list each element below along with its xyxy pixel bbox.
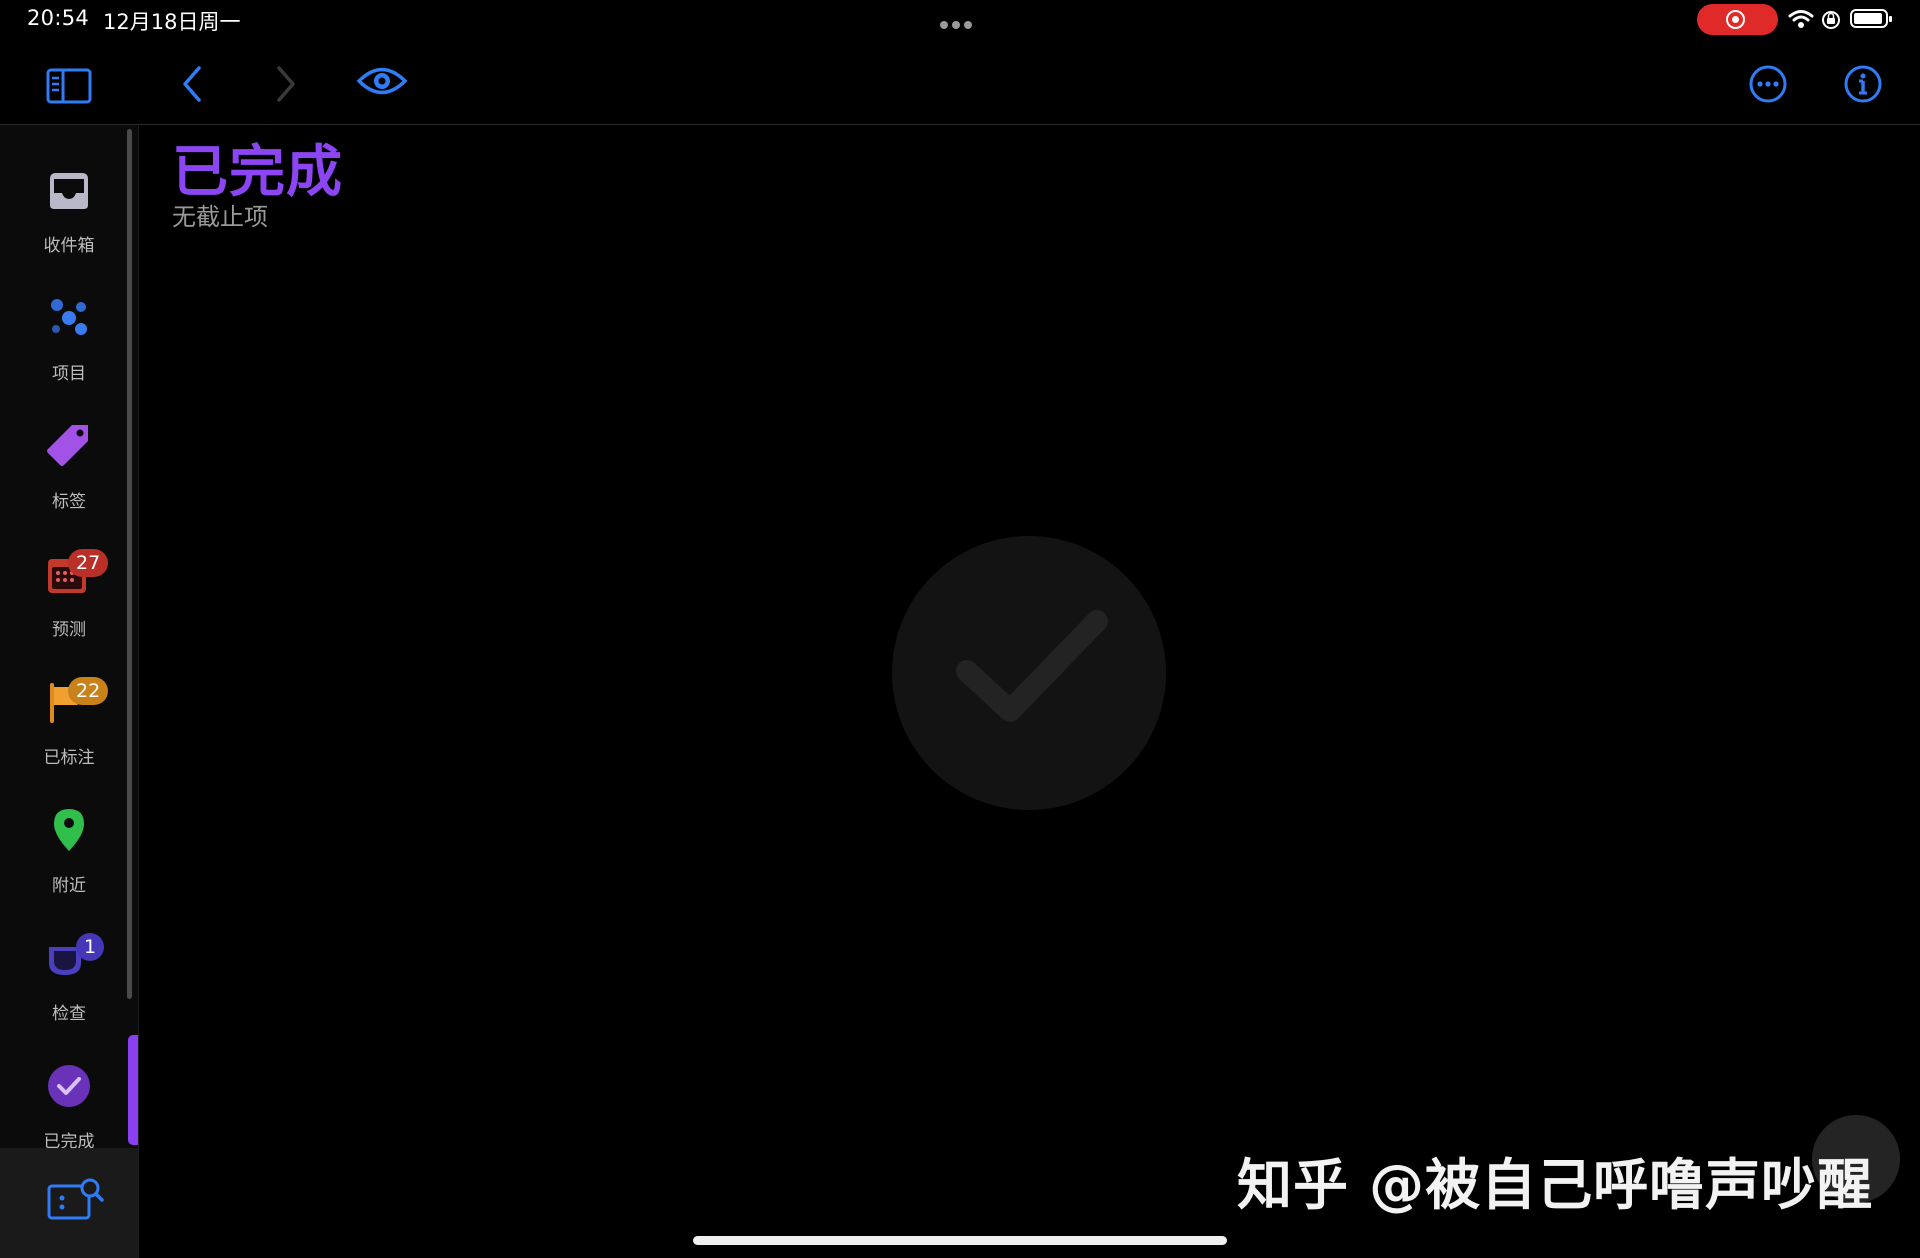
sidebar-item-label: 收件箱 <box>43 236 95 256</box>
inbox-icon <box>50 173 88 209</box>
flagged-badge: 22 <box>68 677 109 705</box>
page-subtitle: 无截止项 <box>172 203 268 231</box>
sidebar-item-completed[interactable]: 已完成 <box>0 1051 128 1161</box>
map-pin-icon <box>54 809 84 851</box>
page-title: 已完成 <box>172 140 343 205</box>
info-circle-icon[interactable] <box>1843 64 1883 104</box>
battery-icon <box>1850 9 1892 28</box>
sidebar-item-label: 项目 <box>52 364 86 384</box>
checkmark-circle-icon <box>956 610 1108 722</box>
status-date: 12月18日周一 <box>103 10 241 34</box>
chevron-left-icon[interactable] <box>180 64 204 104</box>
sidebar-icon[interactable] <box>46 68 92 104</box>
chevron-right-icon[interactable] <box>274 64 298 104</box>
sidebar-footer <box>0 1148 138 1258</box>
screen: 20:54 12月18日周一 收件箱 项目 标签 27 预测 22 已标注 附近… <box>0 0 1920 1258</box>
sidebar-item-flagged[interactable]: 22 已标注 <box>0 667 128 777</box>
review-badge: 1 <box>76 933 105 961</box>
forecast-badge: 27 <box>68 549 109 577</box>
sidebar-item-label: 附近 <box>52 876 86 896</box>
sidebar-item-label: 检查 <box>52 1004 86 1024</box>
status-bar: 20:54 12月18日周一 <box>0 0 1920 40</box>
watermark: 知乎 @被自己呼噜声吵醒 <box>1237 1153 1874 1217</box>
empty-state <box>892 536 1166 810</box>
main-content: 已完成 无截止项 <box>139 125 1920 1258</box>
sidebar-item-label: 标签 <box>52 492 86 512</box>
sidebar-item-projects[interactable]: 项目 <box>0 283 128 393</box>
home-indicator[interactable] <box>693 1236 1227 1245</box>
sidebar-item-tags[interactable]: 标签 <box>0 411 128 521</box>
status-time: 20:54 <box>27 6 90 30</box>
toolbar <box>0 40 1920 125</box>
sidebar-item-review[interactable]: 1 检查 <box>0 923 128 1033</box>
sidebar: 收件箱 项目 标签 27 预测 22 已标注 附近 1 检查 已完成 <box>0 125 139 1258</box>
ellipsis-circle-icon[interactable] <box>1748 64 1788 104</box>
wifi-icon <box>1788 10 1814 28</box>
completed-check-icon <box>48 1065 90 1107</box>
projects-icon <box>51 299 87 335</box>
search-perspective-icon[interactable] <box>46 1176 104 1222</box>
sidebar-item-inbox[interactable]: 收件箱 <box>0 155 128 265</box>
sidebar-item-label: 预测 <box>52 620 86 640</box>
eye-icon[interactable] <box>356 64 408 98</box>
sidebar-item-forecast[interactable]: 27 预测 <box>0 539 128 649</box>
multitasking-dots-icon[interactable] <box>940 14 980 29</box>
sidebar-item-label: 已标注 <box>43 748 95 768</box>
sidebar-item-nearby[interactable]: 附近 <box>0 795 128 905</box>
orientation-lock-icon <box>1822 11 1840 29</box>
screen-recording-icon[interactable] <box>1697 4 1778 35</box>
tag-icon <box>47 425 88 466</box>
